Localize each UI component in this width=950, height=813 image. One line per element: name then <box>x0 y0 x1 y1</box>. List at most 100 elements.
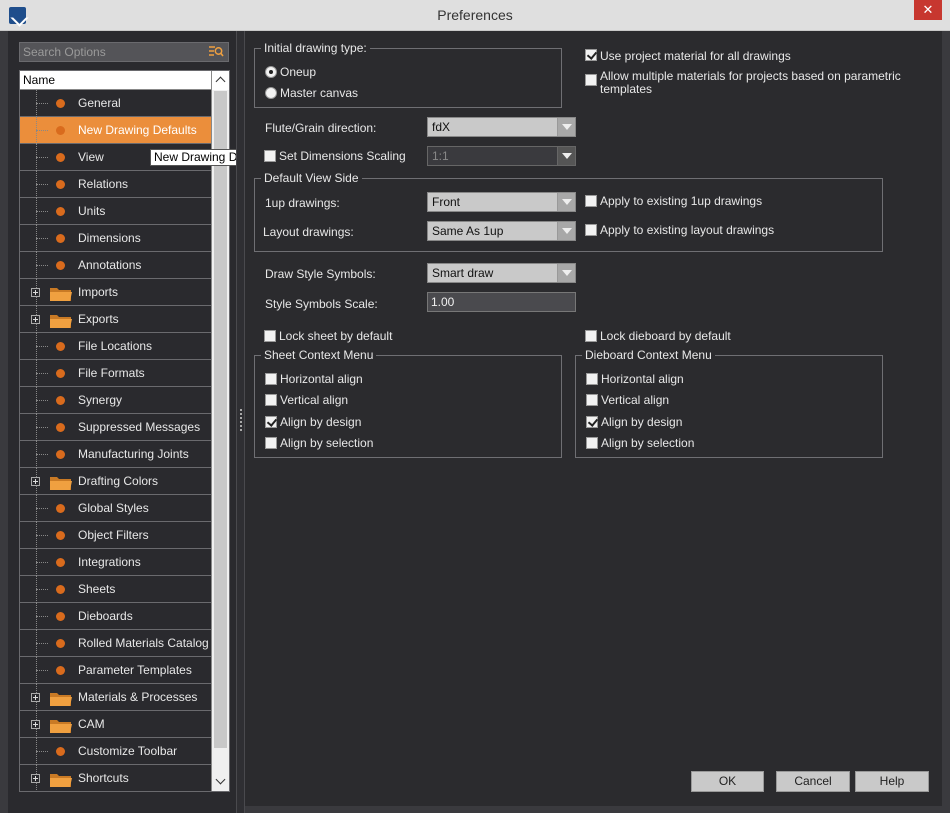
expand-plus-icon[interactable] <box>31 774 40 783</box>
scroll-up-button[interactable] <box>211 71 229 90</box>
draw-style-symbols-select[interactable]: Smart draw <box>427 263 576 283</box>
expand-plus-icon[interactable] <box>31 693 40 702</box>
tree-item[interactable]: Materials & Processes <box>20 684 211 711</box>
tree-item[interactable]: Annotations <box>20 252 211 279</box>
tree-item[interactable]: Rolled Materials Catalog <box>20 630 211 657</box>
oneup-radio[interactable] <box>265 66 277 78</box>
tree-connector-line <box>36 427 48 428</box>
tree-item[interactable]: Shortcuts <box>20 765 211 791</box>
folder-icon <box>50 315 72 328</box>
apply-existing-1up-checkbox[interactable] <box>585 195 597 207</box>
search-input[interactable] <box>23 44 203 60</box>
tree-item[interactable]: Dieboards <box>20 603 211 630</box>
tree-column-header[interactable]: Name <box>20 71 211 90</box>
master-canvas-label[interactable]: Master canvas <box>280 86 358 100</box>
sheet-vertical-align-checkbox[interactable] <box>265 394 277 406</box>
allow-multiple-materials-label-line1[interactable]: Allow multiple materials for projects ba… <box>600 69 901 83</box>
dieboard-horizontal-align-checkbox[interactable] <box>586 373 598 385</box>
expand-plus-icon[interactable] <box>31 477 40 486</box>
chevron-down-icon[interactable] <box>557 118 575 136</box>
dieboard-align-by-selection-checkbox[interactable] <box>586 437 598 449</box>
use-project-material-checkbox[interactable] <box>585 49 597 61</box>
dieboard-align-by-design-label[interactable]: Align by design <box>601 415 682 429</box>
tree-item[interactable]: CAM <box>20 711 211 738</box>
chevron-down-icon[interactable] <box>557 147 575 165</box>
use-project-material-label[interactable]: Use project material for all drawings <box>600 49 791 63</box>
tree-item[interactable]: Integrations <box>20 549 211 576</box>
flute-grain-select[interactable]: fdX <box>427 117 576 137</box>
tree-item[interactable]: Object Filters <box>20 522 211 549</box>
dimensions-scaling-select[interactable]: 1:1 <box>427 146 576 166</box>
apply-existing-layout-label[interactable]: Apply to existing layout drawings <box>600 223 774 237</box>
allow-multiple-materials-checkbox[interactable] <box>585 74 597 86</box>
tree-item[interactable]: Exports <box>20 306 211 333</box>
scroll-down-button[interactable] <box>211 772 229 791</box>
tree-item[interactable]: Parameter Templates <box>20 657 211 684</box>
oneup-view-side-select[interactable]: Front <box>427 192 576 212</box>
style-symbols-scale-input[interactable]: 1.00 <box>427 292 576 312</box>
chevron-down-icon[interactable] <box>557 193 575 211</box>
lock-dieboard-label[interactable]: Lock dieboard by default <box>600 329 731 343</box>
dieboard-align-by-design-checkbox[interactable] <box>586 416 598 428</box>
chevron-down-icon[interactable] <box>557 222 575 240</box>
lock-sheet-checkbox[interactable] <box>264 330 276 342</box>
sheet-horizontal-align-checkbox[interactable] <box>265 373 277 385</box>
layout-view-side-select[interactable]: Same As 1up <box>427 221 576 241</box>
tree-item[interactable]: Imports <box>20 279 211 306</box>
set-dimensions-scaling-checkbox[interactable] <box>264 150 276 162</box>
lock-sheet-label[interactable]: Lock sheet by default <box>279 329 392 343</box>
splitter-grip-icon[interactable] <box>240 409 242 431</box>
ok-button[interactable]: OK <box>691 771 764 792</box>
tree-item-label: Relations <box>78 177 129 191</box>
tree-item[interactable]: File Locations <box>20 333 211 360</box>
tree-connector-line <box>36 751 48 752</box>
tree-item[interactable]: Units <box>20 198 211 225</box>
allow-multiple-materials-label-line2[interactable]: templates <box>600 82 652 96</box>
close-button[interactable]: ✕ <box>914 0 942 20</box>
dieboard-align-by-selection-label[interactable]: Align by selection <box>601 436 694 450</box>
search-icon[interactable] <box>208 45 224 59</box>
lock-dieboard-checkbox[interactable] <box>585 330 597 342</box>
sheet-align-by-design-checkbox[interactable] <box>265 416 277 428</box>
apply-existing-1up-label[interactable]: Apply to existing 1up drawings <box>600 194 762 208</box>
options-tree[interactable]: Name General New Drawing Defaults View Rela… <box>19 70 230 792</box>
sheet-vertical-align-label[interactable]: Vertical align <box>280 393 348 407</box>
scrollbar-thumb[interactable] <box>214 91 227 748</box>
tree-item[interactable]: Manufacturing Joints <box>20 441 211 468</box>
tree-item[interactable]: File Formats <box>20 360 211 387</box>
bullet-icon <box>56 342 65 351</box>
tree-item[interactable]: Sheets <box>20 576 211 603</box>
tree-item[interactable]: New Drawing Defaults <box>20 117 211 144</box>
bullet-icon <box>56 450 65 459</box>
panel-splitter[interactable] <box>236 31 245 813</box>
tree-item[interactable]: Global Styles <box>20 495 211 522</box>
tree-item[interactable]: Suppressed Messages <box>20 414 211 441</box>
chevron-down-icon[interactable] <box>557 264 575 282</box>
sheet-horizontal-align-label[interactable]: Horizontal align <box>280 372 363 386</box>
apply-existing-layout-checkbox[interactable] <box>585 224 597 236</box>
tree-connector-line <box>36 346 48 347</box>
tree-item[interactable]: Dimensions <box>20 225 211 252</box>
tree-item[interactable]: Drafting Colors <box>20 468 211 495</box>
expand-plus-icon[interactable] <box>31 315 40 324</box>
dieboard-horizontal-align-label[interactable]: Horizontal align <box>601 372 684 386</box>
sheet-align-by-design-label[interactable]: Align by design <box>280 415 361 429</box>
dieboard-vertical-align-label[interactable]: Vertical align <box>601 393 669 407</box>
expand-plus-icon[interactable] <box>31 720 40 729</box>
expand-plus-icon[interactable] <box>31 288 40 297</box>
master-canvas-radio[interactable] <box>265 87 277 99</box>
bullet-icon <box>56 747 65 756</box>
tree-item[interactable]: General <box>20 90 211 117</box>
help-button-label: Help <box>879 774 905 788</box>
help-button[interactable]: Help <box>855 771 929 792</box>
sheet-align-by-selection-label[interactable]: Align by selection <box>280 436 373 450</box>
tree-item[interactable]: Customize Toolbar <box>20 738 211 765</box>
scrollbar-track[interactable] <box>211 90 229 774</box>
tree-item[interactable]: Synergy <box>20 387 211 414</box>
oneup-label[interactable]: Oneup <box>280 65 316 79</box>
sheet-align-by-selection-checkbox[interactable] <box>265 437 277 449</box>
tree-item[interactable]: Relations <box>20 171 211 198</box>
set-dimensions-scaling-label[interactable]: Set Dimensions Scaling <box>279 149 406 163</box>
cancel-button[interactable]: Cancel <box>776 771 850 792</box>
dieboard-vertical-align-checkbox[interactable] <box>586 394 598 406</box>
